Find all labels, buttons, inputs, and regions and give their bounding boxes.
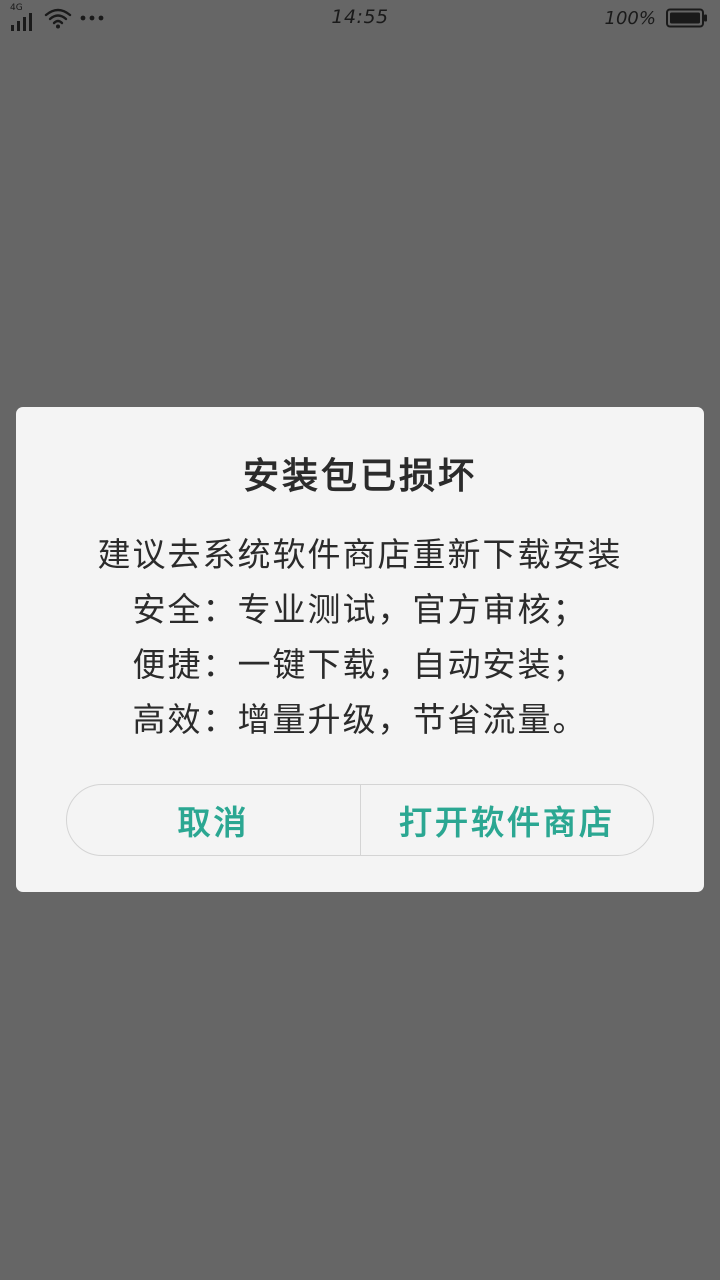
dialog-button-group: 取消 打开软件商店 bbox=[66, 784, 654, 856]
package-damaged-dialog: 安装包已损坏 建议去系统软件商店重新下载安装 安全：专业测试，官方审核； 便捷：… bbox=[16, 407, 704, 892]
message-line-security: 安全：专业测试，官方审核； bbox=[132, 590, 588, 629]
message-line-convenience: 便捷：一键下载，自动安装； bbox=[132, 645, 588, 684]
status-bar: 4G 14:55 100% bbox=[0, 0, 720, 36]
battery-percentage: 100% bbox=[604, 7, 656, 29]
open-software-store-button[interactable]: 打开软件商店 bbox=[361, 785, 653, 855]
message-line-suggestion: 建议去系统软件商店重新下载安装 bbox=[97, 535, 623, 574]
status-right: 100% bbox=[605, 5, 708, 31]
dialog-message: 建议去系统软件商店重新下载安装 安全：专业测试，官方审核； 便捷：一键下载，自动… bbox=[16, 527, 704, 747]
dialog-title: 安装包已损坏 bbox=[242, 456, 477, 497]
cancel-button[interactable]: 取消 bbox=[67, 785, 361, 855]
battery-icon bbox=[666, 8, 707, 28]
message-line-efficiency: 高效：增量升级，节省流量。 bbox=[132, 700, 588, 739]
